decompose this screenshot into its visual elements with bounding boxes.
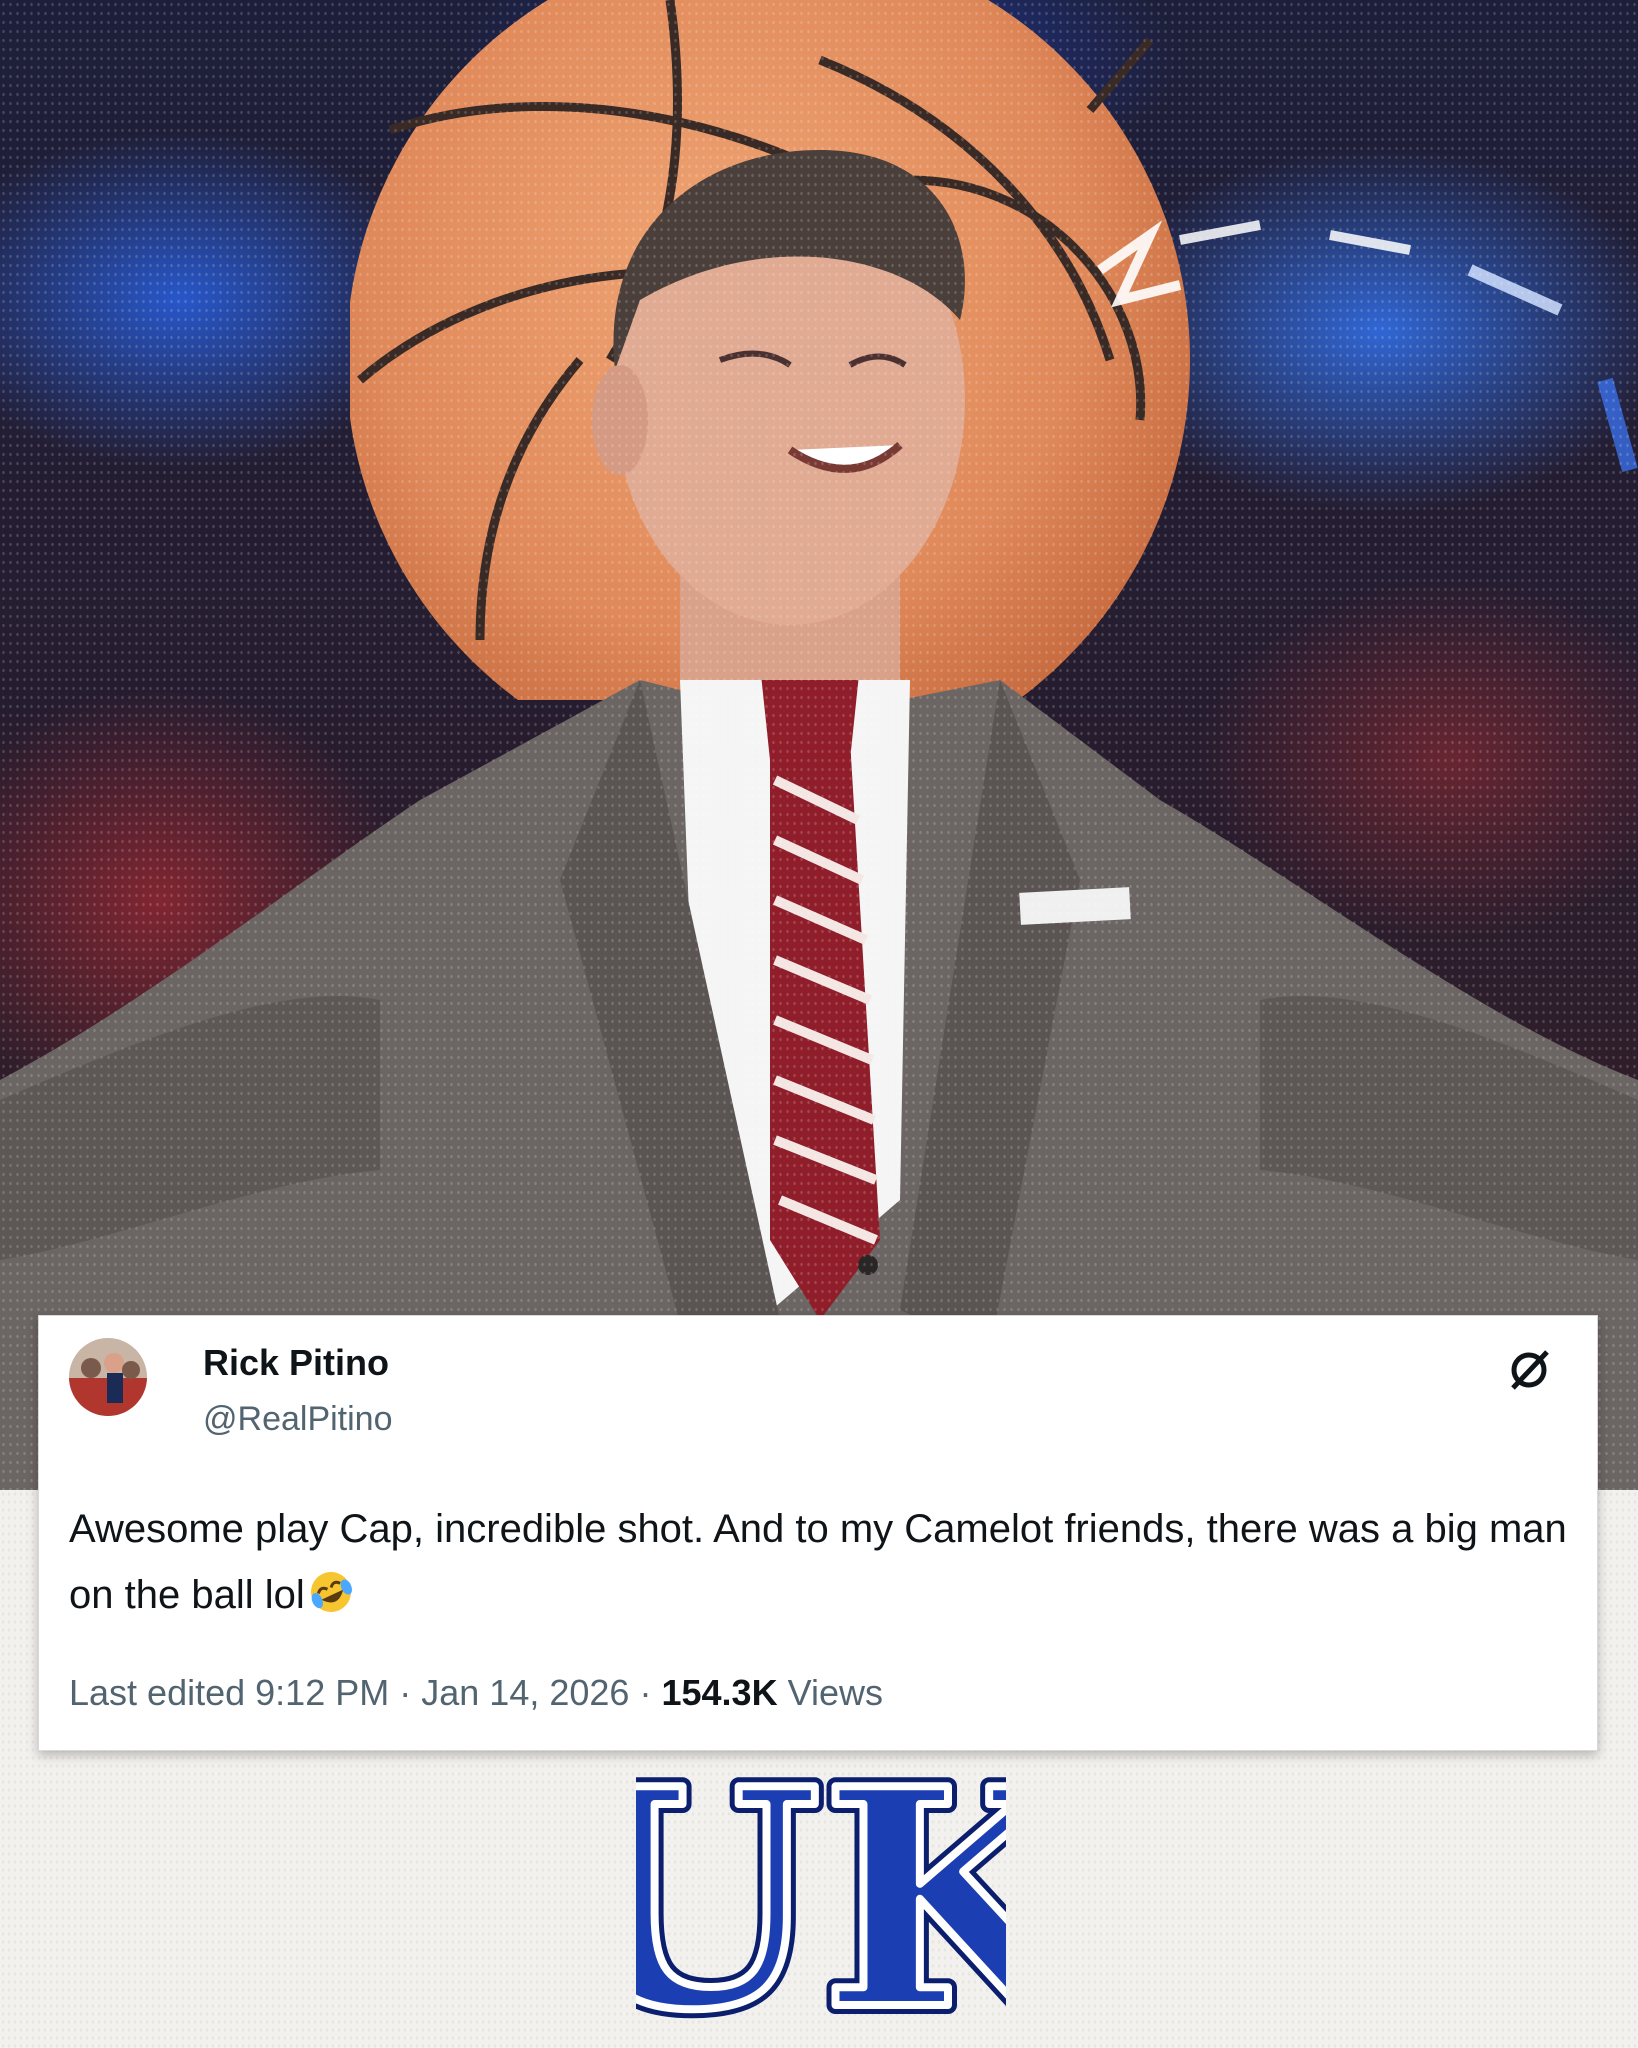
separator: · bbox=[399, 1672, 412, 1713]
separator: · bbox=[639, 1672, 652, 1713]
uk-logo: UK UK bbox=[636, 1735, 1006, 2048]
tweet-meta: Last edited 9:12 PM · Jan 14, 2026 · 154… bbox=[69, 1672, 883, 1714]
tweet-body: Awesome play Cap, incredible shot. And t… bbox=[69, 1507, 1567, 1617]
display-name[interactable]: Rick Pitino bbox=[203, 1342, 389, 1384]
tweet-card: Rick Pitino @RealPitino Awesome play Cap… bbox=[38, 1315, 1598, 1751]
tweet-time[interactable]: 9:12 PM bbox=[255, 1672, 389, 1713]
edited-label[interactable]: Last edited bbox=[69, 1672, 245, 1713]
tweet-date[interactable]: Jan 14, 2026 bbox=[421, 1672, 629, 1713]
uk-logo-text: UK bbox=[636, 1735, 1006, 2048]
avatar-image bbox=[69, 1338, 147, 1416]
user-handle[interactable]: @RealPitino bbox=[203, 1400, 393, 1439]
rolling-on-floor-laughing-emoji bbox=[310, 1572, 352, 1612]
hero-photo bbox=[0, 0, 1638, 1490]
edited-icon[interactable] bbox=[1505, 1346, 1553, 1394]
tweet-text: Awesome play Cap, incredible shot. And t… bbox=[69, 1496, 1569, 1628]
views-count: 154.3K bbox=[661, 1672, 778, 1713]
avatar[interactable] bbox=[69, 1338, 147, 1416]
views-label: Views bbox=[787, 1672, 883, 1713]
